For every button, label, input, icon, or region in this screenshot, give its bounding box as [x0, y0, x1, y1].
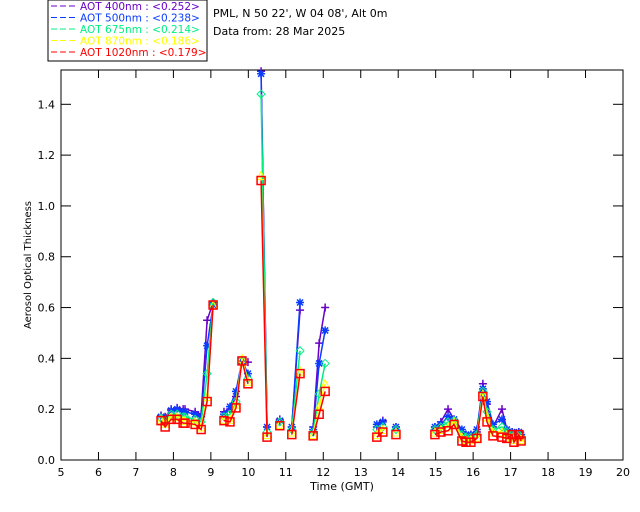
- x-tick-label: 18: [541, 466, 555, 479]
- site-label: PML, N 50 22', W 04 08', Alt 0m: [213, 7, 387, 20]
- x-tick-label: 13: [354, 466, 368, 479]
- y-tick-label: 0.2: [38, 403, 56, 416]
- x-tick-label: 7: [132, 466, 139, 479]
- legend-entry: AOT 870nm : <0.186>: [80, 36, 200, 48]
- x-tick-label: 20: [616, 466, 630, 479]
- y-tick-label: 0.8: [38, 251, 56, 264]
- asterisk-marker: [497, 415, 506, 424]
- series-4: [156, 175, 526, 447]
- legend: AOT 400nm : <0.252>AOT 500nm : <0.238>AO…: [47, 0, 208, 62]
- plus-marker: [444, 405, 453, 414]
- axes: 5 6 7 8 9 10 11 12 13 14 15 16 17 18 19 20 0.0 0.2 0.4 0.6 0…: [38, 70, 630, 479]
- y-tick-label: 0.4: [38, 352, 56, 365]
- y-tick-label: 1.4: [38, 98, 56, 111]
- x-tick-label: 19: [579, 466, 593, 479]
- asterisk-marker: [257, 69, 266, 78]
- aot-chart: AOT 400nm : <0.252>AOT 500nm : <0.238>AO…: [23, 0, 630, 493]
- plot-area: [156, 67, 526, 447]
- x-tick-label: 15: [429, 466, 443, 479]
- legend-entry: AOT 500nm : <0.238>: [80, 13, 200, 25]
- asterisk-marker: [321, 326, 330, 335]
- x-axis-label: Time (GMT): [309, 480, 374, 493]
- x-tick-label: 12: [316, 466, 330, 479]
- y-tick-label: 0.6: [38, 302, 56, 315]
- x-tick-label: 8: [170, 466, 177, 479]
- series-2: [156, 89, 526, 442]
- x-tick-label: 6: [95, 466, 102, 479]
- plus-marker: [497, 405, 506, 414]
- y-tick-label: 1.2: [38, 149, 56, 162]
- date-label: Data from: 28 Mar 2025: [213, 25, 345, 38]
- x-tick-label: 17: [504, 466, 518, 479]
- legend-entry: AOT 400nm : <0.252>: [80, 1, 200, 13]
- legend-entry: AOT 675nm : <0.214>: [80, 24, 200, 36]
- x-tick-label: 10: [241, 466, 255, 479]
- x-tick-label: 16: [466, 466, 480, 479]
- y-tick-label: 0.0: [38, 454, 56, 467]
- series-1: [157, 69, 526, 439]
- asterisk-marker: [315, 359, 324, 368]
- plus-marker: [321, 303, 330, 312]
- x-tick-label: 5: [58, 466, 65, 479]
- series-0: [157, 67, 526, 439]
- plot-frame: [60, 69, 624, 461]
- series-line: [160, 304, 214, 419]
- y-axis-label: Aerosol Optical Thickness: [23, 201, 34, 329]
- x-tick-label: 14: [391, 466, 405, 479]
- legend-entry: AOT 1020nm : <0.179>: [80, 47, 207, 59]
- asterisk-marker: [296, 298, 305, 307]
- x-tick-label: 9: [207, 466, 214, 479]
- y-tick-label: 1.0: [38, 200, 56, 213]
- x-tick-label: 11: [279, 466, 293, 479]
